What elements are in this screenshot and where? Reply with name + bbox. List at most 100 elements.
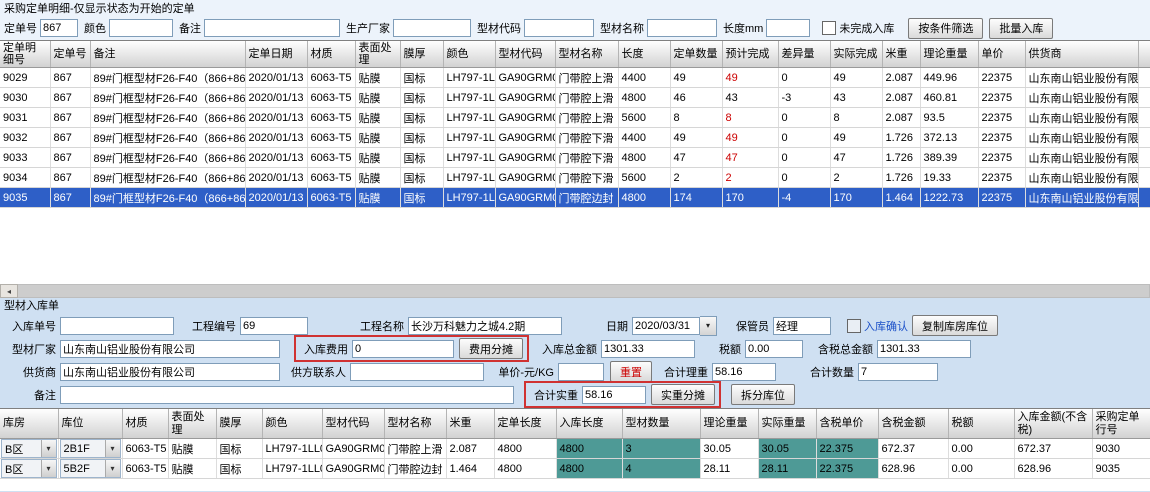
column-header[interactable]: 表面处理 (355, 41, 400, 68)
column-header[interactable]: 实际重量 (758, 409, 816, 439)
column-header[interactable]: 定单明细号 (0, 41, 50, 68)
inbound-no-input[interactable] (60, 317, 174, 335)
column-header[interactable]: 含税单价 (816, 409, 878, 439)
total-actual-weight-input[interactable] (582, 386, 646, 404)
date-dropdown-icon[interactable]: ▾ (700, 316, 717, 336)
table-row[interactable]: 903286789#门框型材F26-F40（866+867）2020/01/13… (0, 128, 1150, 148)
keeper-input[interactable] (773, 317, 831, 335)
table-cell: 门带腔上滑 (555, 108, 618, 128)
column-header[interactable]: 税额 (948, 409, 1014, 439)
column-header[interactable]: 长度 (618, 41, 670, 68)
reset-button[interactable]: 重置 (610, 361, 652, 382)
column-header[interactable]: 采购定单行号 (1092, 409, 1150, 439)
supplier-contact-input[interactable] (350, 363, 484, 381)
inbound-form-row-4: 备注 合计实重 实重分摊 拆分库位 (4, 384, 1146, 405)
column-header[interactable]: 定单数量 (670, 41, 722, 68)
column-header[interactable]: 型材代码 (495, 41, 555, 68)
table-row[interactable]: 903086789#门框型材F26-F40（866+867）2020/01/13… (0, 88, 1150, 108)
column-header[interactable]: 供货商 (1025, 41, 1138, 68)
inbound-confirm-checkbox[interactable] (847, 319, 861, 333)
column-header[interactable]: 理论重量 (920, 41, 978, 68)
manufacturer-filter-input[interactable] (393, 19, 471, 37)
profile-factory-input[interactable] (60, 340, 280, 358)
profile-name-filter-input[interactable] (647, 19, 717, 37)
project-name-input[interactable] (408, 317, 562, 335)
actual-weight-split-button[interactable]: 实重分摊 (651, 384, 715, 405)
cell-dropdown[interactable]: 2B1F▾ (60, 439, 121, 458)
unfinished-inbound-checkbox-label: 未完成入库 (839, 20, 894, 36)
total-qty-input[interactable] (858, 363, 938, 381)
column-header[interactable]: 单价 (978, 41, 1025, 68)
total-theory-weight-input[interactable] (712, 363, 776, 381)
order-no-filter-input[interactable] (40, 19, 78, 37)
tax-input[interactable] (745, 340, 803, 358)
column-header[interactable]: 预计完成 (722, 41, 778, 68)
column-header[interactable]: 定单号 (50, 41, 90, 68)
table-row[interactable]: 903586789#门框型材F26-F40（866+867）2020/01/13… (0, 188, 1150, 208)
column-header[interactable]: 型材代码 (322, 409, 384, 439)
tax-incl-total-input[interactable] (877, 340, 971, 358)
profile-code-filter-input[interactable] (524, 19, 594, 37)
hscrollbar-track[interactable] (18, 284, 1150, 298)
project-no-input[interactable] (240, 317, 308, 335)
column-header[interactable]: 库房 (0, 409, 58, 439)
column-header[interactable]: 型材名称 (384, 409, 446, 439)
table-cell: 22.375 (816, 439, 878, 459)
table-row[interactable]: 903486789#门框型材F26-F40（866+867）2020/01/13… (0, 168, 1150, 188)
order-table-hscrollbar[interactable]: ◂ (0, 284, 1150, 298)
column-header[interactable]: 入库金额(不含税) (1014, 409, 1092, 439)
column-header[interactable]: 实际完成 (830, 41, 882, 68)
column-header[interactable]: 颜色 (262, 409, 322, 439)
table-row[interactable]: 903386789#门框型材F26-F40（866+867）2020/01/13… (0, 148, 1150, 168)
table-cell: 4800 (618, 148, 670, 168)
table-cell: 6063-T5 (307, 188, 355, 208)
column-header[interactable]: 定单日期 (245, 41, 307, 68)
column-header[interactable]: 材质 (122, 409, 168, 439)
inbound-no-label: 入库单号 (4, 318, 60, 334)
column-header[interactable]: 米重 (882, 41, 920, 68)
column-header[interactable]: 库位 (58, 409, 122, 439)
scroll-left-icon[interactable]: ◂ (0, 284, 18, 298)
unfinished-inbound-checkbox[interactable] (822, 21, 836, 35)
column-header[interactable]: 颜色 (443, 41, 495, 68)
unit-price-input[interactable] (558, 363, 604, 381)
cell-dropdown[interactable]: B区▾ (1, 459, 57, 478)
table-row[interactable]: B区▾5B2F▾6063-T5贴膜国标LH797-1LL0GA90GRM05门带… (0, 459, 1150, 479)
column-header[interactable]: 理论重量 (700, 409, 758, 439)
column-header[interactable]: 膜厚 (216, 409, 262, 439)
table-cell: 867 (50, 68, 90, 88)
cell-dropdown[interactable]: 5B2F▾ (60, 459, 121, 478)
column-header[interactable]: 膜厚 (400, 41, 443, 68)
filter-by-condition-button[interactable]: 按条件筛选 (908, 18, 983, 39)
inbound-total-input[interactable] (601, 340, 695, 358)
fee-split-button[interactable]: 费用分摊 (459, 338, 523, 359)
batch-inbound-button[interactable]: 批量入库 (989, 18, 1053, 39)
column-header[interactable]: 入库长度 (556, 409, 622, 439)
inbound-fee-input[interactable] (352, 340, 454, 358)
column-header[interactable]: 定单长度 (494, 409, 556, 439)
column-header[interactable]: 备注 (90, 41, 245, 68)
table-row[interactable]: 903186789#门框型材F26-F40（866+867）2020/01/13… (0, 108, 1150, 128)
column-header[interactable] (1138, 41, 1150, 68)
copy-location-button[interactable]: 复制库房库位 (912, 315, 998, 336)
column-header[interactable]: 型材名称 (555, 41, 618, 68)
column-header[interactable]: 型材数量 (622, 409, 700, 439)
table-row[interactable]: B区▾2B1F▾6063-T5贴膜国标LH797-1LL0GA90GRM03门带… (0, 439, 1150, 459)
column-header[interactable]: 米重 (446, 409, 494, 439)
remark-input[interactable] (60, 386, 514, 404)
remark-filter-input[interactable] (204, 19, 340, 37)
column-header[interactable]: 含税金额 (878, 409, 948, 439)
chevron-down-icon: ▾ (41, 440, 56, 457)
color-filter-input[interactable] (109, 19, 173, 37)
length-filter-input[interactable] (766, 19, 810, 37)
column-header[interactable]: 表面处理 (168, 409, 216, 439)
column-header[interactable]: 材质 (307, 41, 355, 68)
date-input[interactable] (632, 317, 700, 335)
table-cell: 贴膜 (168, 439, 216, 459)
order-filter-bar: 定单号 颜色 备注 生产厂家 型材代码 型材名称 长度mm 未完成入库 按条件筛… (4, 16, 1146, 40)
column-header[interactable]: 差异量 (778, 41, 830, 68)
supplier-input[interactable] (60, 363, 280, 381)
cell-dropdown[interactable]: B区▾ (1, 439, 57, 458)
split-location-button[interactable]: 拆分库位 (731, 384, 795, 405)
table-row[interactable]: 902986789#门框型材F26-F40（866+867）2020/01/13… (0, 68, 1150, 88)
